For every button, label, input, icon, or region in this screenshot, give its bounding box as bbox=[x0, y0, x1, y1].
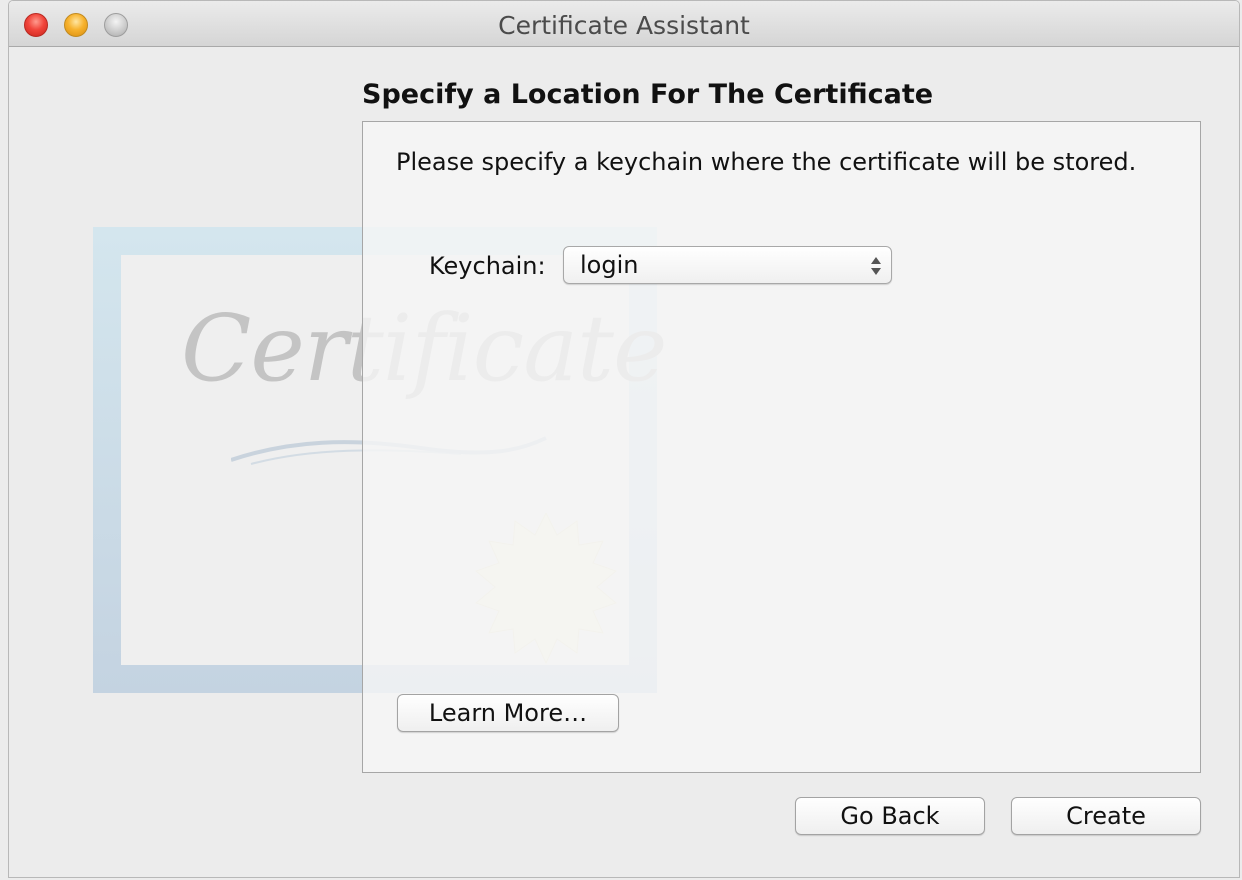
window-title: Certificate Assistant bbox=[498, 11, 750, 40]
instruction-text: Please specify a keychain where the cert… bbox=[396, 148, 1137, 176]
content-panel: Please specify a keychain where the cert… bbox=[362, 121, 1201, 773]
learn-more-button[interactable]: Learn More… bbox=[397, 694, 619, 732]
keychain-selected-value: login bbox=[580, 251, 639, 279]
keychain-popup-button[interactable]: login bbox=[563, 246, 892, 284]
certificate-assistant-window: Certificate Assistant Specify a Location… bbox=[8, 0, 1240, 878]
up-down-arrows-icon bbox=[871, 257, 881, 275]
go-back-button[interactable]: Go Back bbox=[795, 797, 985, 835]
step-heading: Specify a Location For The Certificate bbox=[362, 79, 934, 110]
keychain-label: Keychain: bbox=[429, 252, 546, 280]
create-button[interactable]: Create bbox=[1011, 797, 1201, 835]
title-bar[interactable]: Certificate Assistant bbox=[9, 1, 1239, 47]
